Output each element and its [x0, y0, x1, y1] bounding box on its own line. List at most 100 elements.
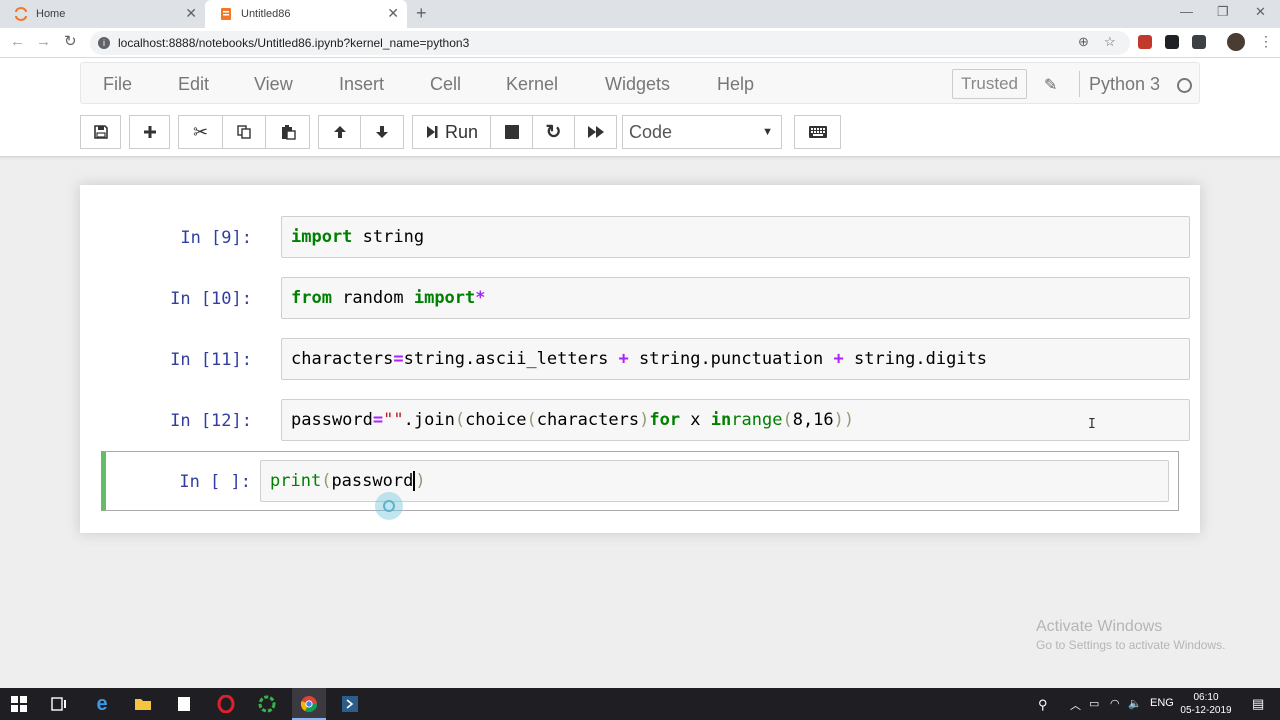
notepad-icon[interactable]: [174, 694, 194, 714]
menu-kebab-icon[interactable]: ⋮: [1259, 33, 1273, 50]
url-text: localhost:8888/notebooks/Untitled86.ipyn…: [118, 36, 470, 50]
chevron-up-icon[interactable]: ︿: [1070, 697, 1081, 713]
language-indicator[interactable]: ENG: [1150, 697, 1174, 709]
volume-icon[interactable]: 🔈: [1128, 697, 1142, 710]
clock-date: 05-12-2019: [1180, 705, 1232, 716]
restart-kernel-button[interactable]: ↻: [532, 115, 575, 149]
menu-view[interactable]: View: [254, 74, 293, 95]
command-palette-button[interactable]: [794, 115, 841, 149]
code-cell[interactable]: In [9]: import string: [101, 207, 1190, 267]
file-explorer-icon[interactable]: [133, 694, 153, 714]
caret-down-icon: ▼: [762, 126, 773, 138]
reload-icon[interactable]: ↻: [64, 33, 77, 51]
clipboard-icon: [280, 124, 296, 140]
step-forward-icon: [425, 124, 439, 140]
move-down-button[interactable]: [360, 115, 404, 149]
menu-widgets[interactable]: Widgets: [605, 74, 670, 95]
browser-tab-home[interactable]: Home ✕: [0, 0, 205, 28]
save-button[interactable]: [80, 115, 121, 149]
cell-input[interactable]: password = "" .join(choice(characters) for …: [281, 399, 1190, 441]
minimize-icon[interactable]: —: [1180, 4, 1193, 19]
menu-cell[interactable]: Cell: [430, 74, 461, 95]
notifications-icon[interactable]: ▤: [1252, 696, 1264, 712]
activate-windows-watermark: Activate Windows Go to Settings to activ…: [1036, 618, 1225, 652]
plus-icon: [142, 124, 158, 140]
profile-avatar[interactable]: [1227, 33, 1245, 51]
opera-icon[interactable]: [216, 694, 236, 714]
task-view-icon[interactable]: [49, 694, 69, 714]
zoom-icon[interactable]: ⊕: [1078, 34, 1089, 50]
new-tab-icon[interactable]: +: [416, 4, 427, 22]
trusted-indicator[interactable]: Trusted: [952, 69, 1028, 99]
restart-run-all-button[interactable]: [574, 115, 617, 149]
extension-icon[interactable]: [1165, 35, 1179, 49]
browser-tab-strip: Home ✕ Untitled86 ✕ + — ❐ ✕: [0, 0, 1280, 28]
notebook-favicon-icon: [219, 7, 233, 21]
code-cell[interactable]: In [12]: password = "" .join(choice(charact…: [101, 390, 1190, 450]
edit-pencil-icon[interactable]: ✎: [1044, 75, 1057, 95]
code-cell[interactable]: In [11]: characters = string.ascii_letters…: [101, 329, 1190, 389]
paste-button[interactable]: [265, 115, 310, 149]
restore-icon[interactable]: ❐: [1217, 4, 1229, 20]
back-icon[interactable]: ←: [10, 33, 25, 51]
cell-type-value: Code: [629, 121, 673, 142]
copy-button[interactable]: [222, 115, 266, 149]
kernel-idle-indicator: [1177, 78, 1192, 93]
browser-tab-untitled86[interactable]: Untitled86 ✕: [205, 0, 407, 28]
click-indicator: [375, 492, 403, 520]
system-clock[interactable]: 06:10 05-12-2019: [1180, 691, 1232, 717]
cell-input[interactable]: characters = string.ascii_letters + string…: [281, 338, 1190, 380]
watermark-title: Activate Windows: [1036, 618, 1163, 635]
address-bar: ← → ↻ i localhost:8888/notebooks/Untitle…: [0, 28, 1280, 58]
python-app-icon[interactable]: [340, 694, 360, 714]
windows-start-icon[interactable]: [9, 694, 29, 714]
tab-title: Home: [36, 8, 66, 20]
close-window-icon[interactable]: ✕: [1255, 4, 1266, 20]
interrupt-button[interactable]: [490, 115, 533, 149]
url-input[interactable]: i localhost:8888/notebooks/Untitled86.ip…: [90, 31, 1130, 55]
menu-kernel[interactable]: Kernel: [506, 74, 558, 95]
menu-help[interactable]: Help: [717, 74, 754, 95]
battery-icon[interactable]: ▭: [1089, 697, 1099, 710]
menu-insert[interactable]: Insert: [339, 74, 384, 95]
close-tab-icon[interactable]: ✕: [387, 6, 399, 20]
wifi-icon[interactable]: ◠: [1110, 697, 1120, 710]
cell-type-select[interactable]: Code ▼: [622, 115, 782, 149]
kernel-name[interactable]: Python 3: [1089, 74, 1160, 95]
mouse-ibeam-cursor: I: [1088, 417, 1096, 432]
camtasia-icon[interactable]: [257, 694, 277, 714]
jupyter-header: File Edit View Insert Cell Kernel Widget…: [0, 58, 1280, 157]
extension-icon[interactable]: [1192, 35, 1206, 49]
move-up-button[interactable]: [318, 115, 361, 149]
code-cell[interactable]: In [10]: from random import *: [101, 268, 1190, 328]
cell-input[interactable]: from random import *: [281, 277, 1190, 319]
cell-prompt: In [9]:: [180, 228, 252, 248]
divider: [1079, 71, 1080, 97]
menu-edit[interactable]: Edit: [178, 74, 209, 95]
jupyter-favicon-icon: [14, 7, 28, 21]
copy-icon: [236, 124, 252, 140]
cell-input[interactable]: import string: [281, 216, 1190, 258]
info-icon[interactable]: i: [98, 37, 110, 49]
cell-prompt: In [ ]:: [179, 472, 251, 492]
insert-cell-button[interactable]: [129, 115, 170, 149]
cut-button[interactable]: ✂: [178, 115, 223, 149]
scissors-icon: ✂: [192, 121, 209, 142]
cell-prompt: In [12]:: [170, 411, 252, 431]
run-button[interactable]: Run: [412, 115, 491, 149]
forward-icon[interactable]: →: [36, 33, 51, 51]
code-cell-selected[interactable]: In [ ]: print(password): [101, 451, 1179, 511]
cell-prompt: In [10]:: [170, 289, 252, 309]
close-tab-icon[interactable]: ✕: [185, 6, 197, 20]
keyboard-icon: [808, 125, 828, 139]
run-label: Run: [444, 121, 479, 142]
menu-file[interactable]: File: [103, 74, 132, 95]
people-icon[interactable]: ⚲: [1038, 697, 1048, 713]
bookmark-star-icon[interactable]: ☆: [1104, 34, 1116, 50]
arrow-up-icon: [332, 124, 348, 140]
menubar: File Edit View Insert Cell Kernel Widget…: [80, 62, 1200, 104]
stop-icon: [504, 124, 520, 140]
pdf-extension-icon[interactable]: [1138, 35, 1152, 49]
edge-browser-icon[interactable]: e: [92, 693, 112, 715]
chrome-icon[interactable]: [299, 694, 319, 714]
